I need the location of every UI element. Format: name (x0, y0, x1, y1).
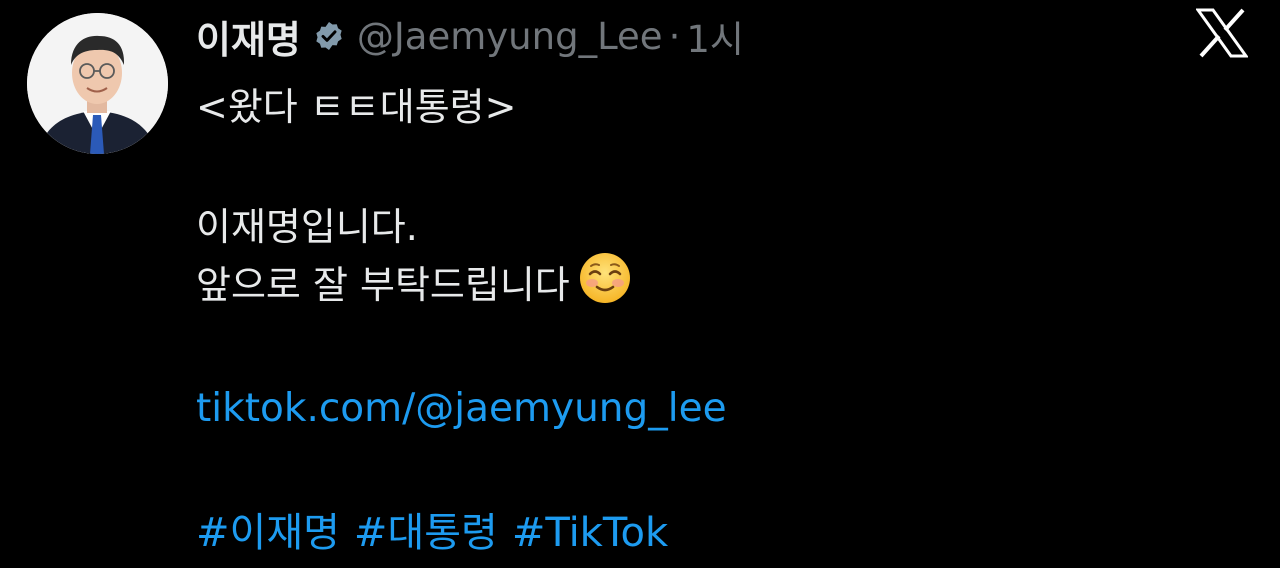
hashtags: #이재명 #대통령 #TikTok (196, 500, 682, 558)
profile-photo-icon (27, 13, 168, 154)
smiling-face-emoji-icon (578, 251, 632, 305)
separator-dot: · (668, 14, 681, 58)
tiktok-link[interactable]: tiktok.com/@jaemyung_lee (196, 386, 727, 431)
tweet-link-line: tiktok.com/@jaemyung_lee (196, 386, 727, 431)
author-handle[interactable]: @Jaemyung_Lee (357, 15, 663, 58)
hashtag-3[interactable]: #TikTok (512, 510, 668, 556)
hashtag-1[interactable]: #이재명 (196, 510, 340, 556)
avatar[interactable] (27, 13, 168, 154)
tweet-header: 이재명 @Jaemyung_Lee · 1시 (196, 6, 744, 66)
tweet-text-line-2: 이재명입니다. (196, 205, 418, 249)
display-name[interactable]: 이재명 (196, 9, 301, 64)
verified-badge-icon (313, 20, 345, 52)
tweet-text-line-1: <왔다 ㅌㅌ대통령> (196, 85, 517, 129)
tweet-text-line-3-label: 앞으로 잘 부탁드립니다 (196, 263, 570, 307)
timestamp[interactable]: 1시 (686, 9, 744, 63)
hashtag-2[interactable]: #대통령 (354, 510, 498, 556)
tweet-text-line-3: 앞으로 잘 부탁드립니다 (196, 251, 632, 309)
x-logo-icon[interactable] (1195, 8, 1249, 58)
